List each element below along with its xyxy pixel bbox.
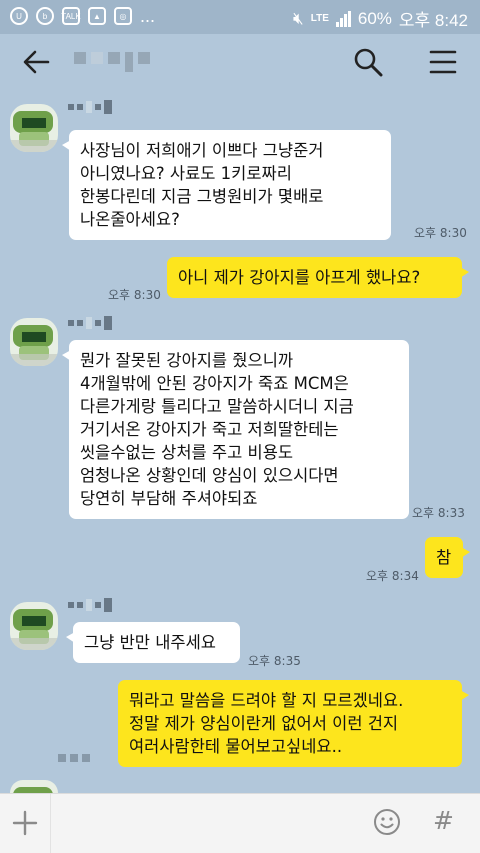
image-icon: ▲ xyxy=(88,7,106,25)
chat-header xyxy=(0,34,480,90)
divider xyxy=(50,794,51,853)
message-time: 오후 8:33 xyxy=(412,506,465,520)
plus-icon[interactable] xyxy=(8,806,42,840)
avatar[interactable] xyxy=(10,780,58,793)
message-bubble-incoming[interactable]: 그냥 반만 내주세요 xyxy=(66,622,240,663)
hamburger-menu-icon[interactable] xyxy=(428,48,458,76)
avatar[interactable] xyxy=(10,104,58,152)
chat-title-blurred xyxy=(74,52,150,72)
status-bar: U b TALK ▲ ◎ ... 🔇︎ LTE 60% 오후 8:42 xyxy=(0,0,480,34)
message-input[interactable] xyxy=(60,804,350,844)
avatar[interactable] xyxy=(10,602,58,650)
arrow-left-icon[interactable] xyxy=(18,44,54,80)
message-time: 오후 8:30 xyxy=(108,288,161,302)
message-bubble-incoming[interactable]: 사장님이 저희애기 이쁘다 그냥준거 아니였나요? 사료도 1키로짜리 한봉다린… xyxy=(62,130,391,240)
message-time: 오후 8:30 xyxy=(414,226,467,240)
hashtag-search-button[interactable]: # xyxy=(433,806,454,835)
mute-icon: 🔇︎ xyxy=(293,8,304,28)
message-time: 오후 8:35 xyxy=(248,654,301,668)
sender-name-blurred xyxy=(68,100,112,114)
message-bubble-outgoing[interactable]: 뭐라고 말씀을 드려야 할 지 모르겠네요. 정말 제가 양심이란게 없어서 이… xyxy=(118,680,469,767)
message-bubble-outgoing[interactable]: 참 xyxy=(425,537,470,578)
avatar[interactable] xyxy=(10,318,58,366)
message-time: 오후 8:34 xyxy=(366,569,419,583)
app-icon: U xyxy=(10,7,28,25)
message-bubble-outgoing[interactable]: 아니 제가 강아지를 아프게 했나요? xyxy=(167,257,469,298)
status-time: 오후 8:42 xyxy=(398,11,468,30)
sender-name-blurred xyxy=(68,316,112,330)
sender-name-blurred xyxy=(58,754,90,762)
talk-icon: TALK xyxy=(61,7,81,25)
battery-percent: 60% xyxy=(357,8,392,28)
message-list[interactable]: 사장님이 저희애기 이쁘다 그냥준거 아니였나요? 사료도 1키로짜리 한봉다린… xyxy=(0,90,480,793)
instagram-icon: ◎ xyxy=(114,7,132,25)
sender-name-blurred xyxy=(68,598,112,612)
emoji-icon[interactable] xyxy=(372,807,402,837)
network-label: LTE xyxy=(310,13,329,24)
system-indicators: 🔇︎ LTE 60% 오후 8:42 xyxy=(293,6,468,31)
app-icon: b xyxy=(36,7,54,25)
search-icon[interactable] xyxy=(352,46,384,78)
message-bubble-incoming[interactable]: 뭔가 잘못된 강아지를 줬으니까 4개월밖에 안된 강아지가 죽죠 MCM은 다… xyxy=(62,340,409,519)
message-input-bar: # xyxy=(0,793,480,853)
signal-icon xyxy=(335,10,351,27)
more-notifications: ... xyxy=(140,6,156,26)
notification-icons: U b TALK ▲ ◎ ... xyxy=(10,7,155,25)
